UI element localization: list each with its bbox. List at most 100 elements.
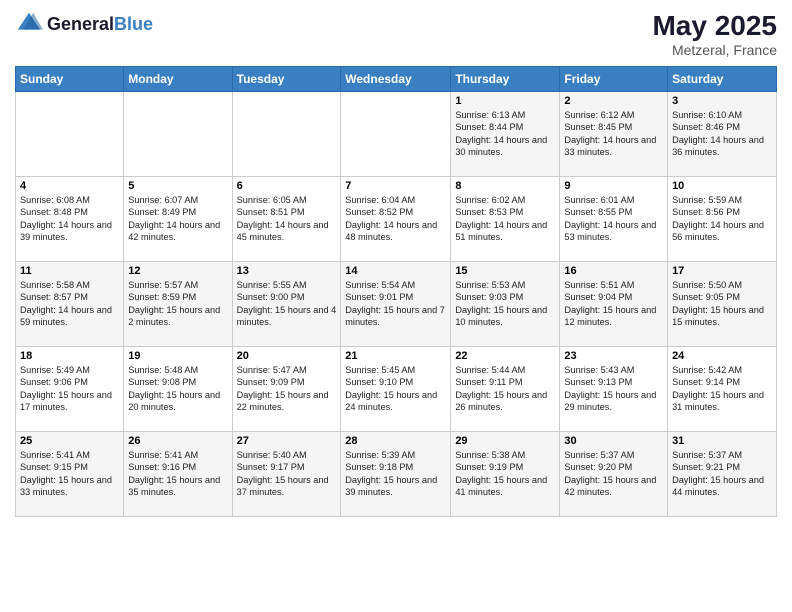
calendar-cell (16, 92, 124, 177)
calendar-cell: 20 Sunrise: 5:47 AM Sunset: 9:09 PM Dayli… (232, 347, 341, 432)
day-number: 5 (128, 180, 227, 192)
calendar-cell: 19Sunrise: 5:48 AM Sunset: 9:08 PM Dayli… (124, 347, 232, 432)
calendar-cell: 8Sunrise: 6:02 AM Sunset: 8:53 PM Daylig… (451, 177, 560, 262)
header-tuesday: Tuesday (232, 67, 341, 92)
calendar-cell: 18 Sunrise: 5:49 AM Sunset: 9:06 PM Dayli… (16, 347, 124, 432)
day-number: 25 (20, 435, 119, 447)
calendar-cell (341, 92, 451, 177)
logo: GeneralBlue (15, 10, 153, 38)
day-number: 7 (345, 180, 446, 192)
calendar-cell: 21Sunrise: 5:45 AM Sunset: 9:10 PM Dayli… (341, 347, 451, 432)
day-info: Sunrise: 5:40 AM Sunset: 9:17 PM Dayligh… (237, 449, 337, 499)
day-number: 26 (128, 435, 227, 447)
title-block: May 2025 Metzeral, France (652, 10, 777, 58)
calendar-cell: 2 Sunrise: 6:12 AM Sunset: 8:45 PM Daylig… (560, 92, 668, 177)
day-number: 6 (237, 180, 337, 192)
day-info: Sunrise: 6:02 AM Sunset: 8:53 PM Dayligh… (455, 194, 555, 244)
header-friday: Friday (560, 67, 668, 92)
day-number: 14 (345, 265, 446, 277)
header-monday: Monday (124, 67, 232, 92)
day-number: 15 (455, 265, 555, 277)
day-info: Sunrise: 5:50 AM Sunset: 9:05 PM Dayligh… (672, 279, 772, 329)
calendar-cell: 4 Sunrise: 6:08 AM Sunset: 8:48 PM Daylig… (16, 177, 124, 262)
day-info: Sunrise: 6:01 AM Sunset: 8:55 PM Dayligh… (564, 194, 663, 244)
header-wednesday: Wednesday (341, 67, 451, 92)
day-number: 10 (672, 180, 772, 192)
day-info: Sunrise: 5:42 AM Sunset: 9:14 PM Dayligh… (672, 364, 772, 414)
week-row-1: 1Sunrise: 6:13 AM Sunset: 8:44 PM Daylig… (16, 92, 777, 177)
page: GeneralBlue May 2025 Metzeral, France Su… (0, 0, 792, 612)
day-number: 23 (564, 350, 663, 362)
day-info: Sunrise: 5:41 AM Sunset: 9:16 PM Dayligh… (128, 449, 227, 499)
week-row-3: 11 Sunrise: 5:58 AM Sunset: 8:57 PM Dayli… (16, 262, 777, 347)
calendar-cell: 16Sunrise: 5:51 AM Sunset: 9:04 PM Dayli… (560, 262, 668, 347)
day-number: 30 (564, 435, 663, 447)
day-number: 22 (455, 350, 555, 362)
header-saturday: Saturday (668, 67, 777, 92)
calendar-cell: 17 Sunrise: 5:50 AM Sunset: 9:05 PM Dayli… (668, 262, 777, 347)
day-number: 13 (237, 265, 337, 277)
day-number: 2 (564, 95, 663, 107)
week-row-2: 4 Sunrise: 6:08 AM Sunset: 8:48 PM Daylig… (16, 177, 777, 262)
day-info: Sunrise: 5:58 AM Sunset: 8:57 PM Dayligh… (20, 279, 119, 329)
calendar-cell: 9 Sunrise: 6:01 AM Sunset: 8:55 PM Daylig… (560, 177, 668, 262)
day-number: 29 (455, 435, 555, 447)
logo-icon (15, 10, 43, 38)
calendar-cell: 28 Sunrise: 5:39 AM Sunset: 9:18 PM Dayli… (341, 432, 451, 517)
day-number: 9 (564, 180, 663, 192)
day-number: 3 (672, 95, 772, 107)
day-number: 12 (128, 265, 227, 277)
day-number: 18 (20, 350, 119, 362)
calendar-cell (124, 92, 232, 177)
calendar-cell: 10 Sunrise: 5:59 AM Sunset: 8:56 PM Dayli… (668, 177, 777, 262)
week-row-5: 25 Sunrise: 5:41 AM Sunset: 9:15 PM Dayli… (16, 432, 777, 517)
day-number: 24 (672, 350, 772, 362)
day-info: Sunrise: 5:37 AM Sunset: 9:20 PM Dayligh… (564, 449, 663, 499)
day-number: 17 (672, 265, 772, 277)
day-info: Sunrise: 5:37 AM Sunset: 9:21 PM Dayligh… (672, 449, 772, 499)
calendar-cell: 22 Sunrise: 5:44 AM Sunset: 9:11 PM Dayli… (451, 347, 560, 432)
day-info: Sunrise: 5:45 AM Sunset: 9:10 PM Dayligh… (345, 364, 446, 414)
day-info: Sunrise: 5:47 AM Sunset: 9:09 PM Dayligh… (237, 364, 337, 414)
calendar-cell: 14 Sunrise: 5:54 AM Sunset: 9:01 PM Dayli… (341, 262, 451, 347)
day-number: 28 (345, 435, 446, 447)
calendar-body: 1Sunrise: 6:13 AM Sunset: 8:44 PM Daylig… (16, 92, 777, 517)
day-info: Sunrise: 5:44 AM Sunset: 9:11 PM Dayligh… (455, 364, 555, 414)
day-info: Sunrise: 6:13 AM Sunset: 8:44 PM Dayligh… (455, 109, 555, 159)
location: Metzeral, France (652, 42, 777, 58)
calendar-cell: 30 Sunrise: 5:37 AM Sunset: 9:20 PM Dayli… (560, 432, 668, 517)
header-sunday: Sunday (16, 67, 124, 92)
day-info: Sunrise: 5:54 AM Sunset: 9:01 PM Dayligh… (345, 279, 446, 329)
day-info: Sunrise: 6:07 AM Sunset: 8:49 PM Dayligh… (128, 194, 227, 244)
calendar-cell (232, 92, 341, 177)
calendar-cell: 12Sunrise: 5:57 AM Sunset: 8:59 PM Dayli… (124, 262, 232, 347)
day-info: Sunrise: 6:05 AM Sunset: 8:51 PM Dayligh… (237, 194, 337, 244)
calendar: Sunday Monday Tuesday Wednesday Thursday… (15, 66, 777, 517)
day-info: Sunrise: 6:10 AM Sunset: 8:46 PM Dayligh… (672, 109, 772, 159)
day-info: Sunrise: 5:53 AM Sunset: 9:03 PM Dayligh… (455, 279, 555, 329)
calendar-cell: 25 Sunrise: 5:41 AM Sunset: 9:15 PM Dayli… (16, 432, 124, 517)
calendar-cell: 23Sunrise: 5:43 AM Sunset: 9:13 PM Dayli… (560, 347, 668, 432)
day-info: Sunrise: 5:55 AM Sunset: 9:00 PM Dayligh… (237, 279, 337, 329)
calendar-cell: 15 Sunrise: 5:53 AM Sunset: 9:03 PM Dayli… (451, 262, 560, 347)
day-number: 11 (20, 265, 119, 277)
day-number: 20 (237, 350, 337, 362)
day-info: Sunrise: 6:12 AM Sunset: 8:45 PM Dayligh… (564, 109, 663, 159)
day-info: Sunrise: 5:39 AM Sunset: 9:18 PM Dayligh… (345, 449, 446, 499)
calendar-cell: 13 Sunrise: 5:55 AM Sunset: 9:00 PM Dayli… (232, 262, 341, 347)
header: GeneralBlue May 2025 Metzeral, France (15, 10, 777, 58)
calendar-cell: 7 Sunrise: 6:04 AM Sunset: 8:52 PM Daylig… (341, 177, 451, 262)
calendar-cell: 26 Sunrise: 5:41 AM Sunset: 9:16 PM Dayli… (124, 432, 232, 517)
day-number: 19 (128, 350, 227, 362)
day-info: Sunrise: 5:49 AM Sunset: 9:06 PM Dayligh… (20, 364, 119, 414)
day-number: 4 (20, 180, 119, 192)
day-info: Sunrise: 5:59 AM Sunset: 8:56 PM Dayligh… (672, 194, 772, 244)
calendar-cell: 3 Sunrise: 6:10 AM Sunset: 8:46 PM Daylig… (668, 92, 777, 177)
day-number: 27 (237, 435, 337, 447)
day-info: Sunrise: 6:04 AM Sunset: 8:52 PM Dayligh… (345, 194, 446, 244)
calendar-cell: 11 Sunrise: 5:58 AM Sunset: 8:57 PM Dayli… (16, 262, 124, 347)
day-info: Sunrise: 5:41 AM Sunset: 9:15 PM Dayligh… (20, 449, 119, 499)
logo-text: GeneralBlue (47, 15, 153, 33)
day-info: Sunrise: 6:08 AM Sunset: 8:48 PM Dayligh… (20, 194, 119, 244)
day-info: Sunrise: 5:38 AM Sunset: 9:19 PM Dayligh… (455, 449, 555, 499)
